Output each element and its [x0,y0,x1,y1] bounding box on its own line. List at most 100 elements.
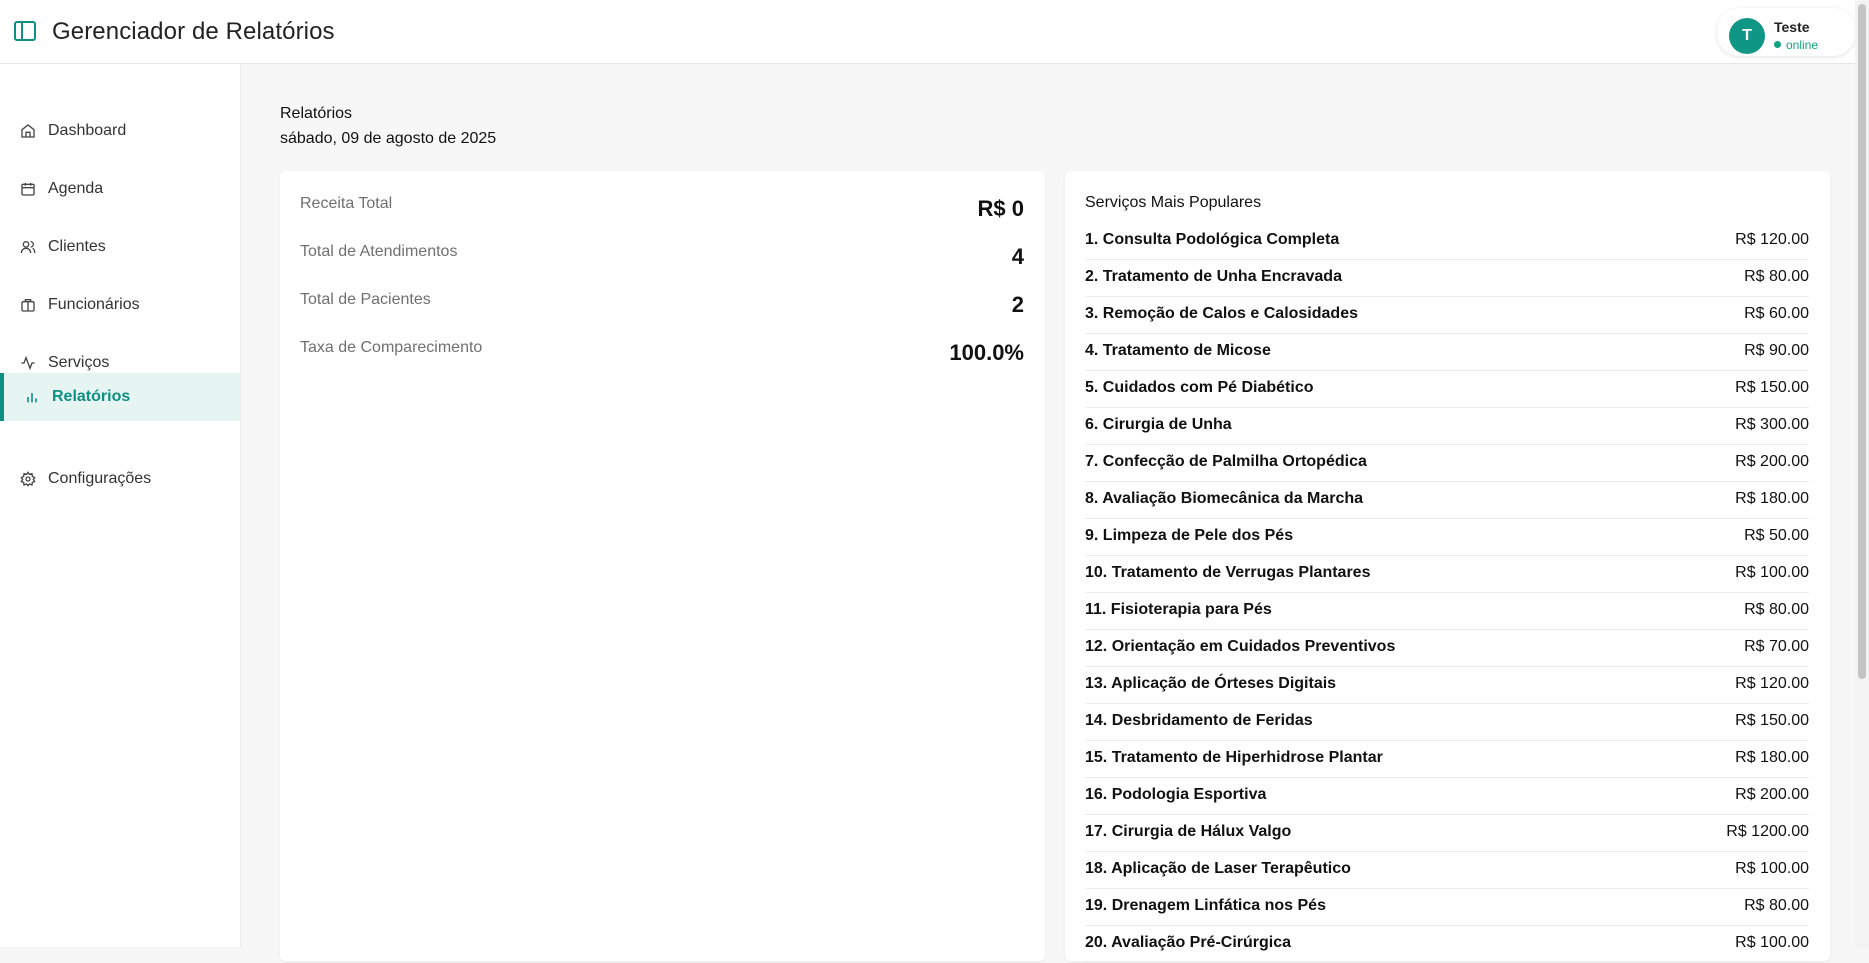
service-price: R$ 80.00 [1744,268,1809,285]
service-price: R$ 120.00 [1735,675,1809,692]
sidebar-item-label: Clientes [48,238,106,255]
list-item: 19. Drenagem Linfática nos Pés R$ 80.00 [1085,889,1809,926]
service-name: 6. Cirurgia de Unha [1085,416,1232,433]
stat-value: 2 [1011,292,1024,317]
list-item: 16. Podologia Esportiva R$ 200.00 [1085,778,1809,815]
users-icon [20,241,36,254]
list-item: 4. Tratamento de Micose R$ 90.00 [1085,334,1809,371]
list-item: 17. Cirurgia de Hálux Valgo R$ 1200.00 [1085,815,1809,852]
sidebar-item-label: Dashboard [48,122,127,139]
service-name: 4. Tratamento de Micose [1085,342,1271,359]
service-name: 13. Aplicação de Órteses Digitais [1085,675,1337,692]
sidebar-item-dashboard[interactable]: Dashboard [0,107,240,155]
sidebar-item-funcionarios[interactable]: Funcionários [0,281,240,329]
app-header: Gerenciador de Relatórios T Teste online [0,0,1869,64]
page-title: Relatórios [280,105,353,122]
list-item: 10. Tratamento de Verrugas Plantares R$ 1… [1085,556,1809,593]
list-item: 12. Orientação em Cuidados Preventivos R$… [1085,630,1809,667]
list-item: 3. Remoção de Calos e Calosidades R$ 60.0… [1085,297,1809,334]
sidebar-item-agenda[interactable]: Agenda [0,165,240,213]
stat-label: Total de Atendimentos [300,243,458,260]
list-item: 15. Tratamento de Hiperhidrose Plantar R$… [1085,741,1809,778]
list-item: 6. Cirurgia de Unha R$ 300.00 [1085,408,1809,445]
service-name: 8. Avaliação Biomecânica da Marcha [1085,490,1364,507]
service-name: 2. Tratamento de Unha Encravada [1085,268,1342,285]
stats-card: Receita Total R$ 0 Total de Atendimentos… [280,171,1045,961]
list-item: 2. Tratamento de Unha Encravada R$ 80.00 [1085,260,1809,297]
list-item: 8. Avaliação Biomecânica da Marcha R$ 180… [1085,482,1809,519]
app-title: Gerenciador de Relatórios [52,18,335,45]
service-name: 20. Avaliação Pré-Cirúrgica [1085,934,1292,951]
user-status-label: online [1786,38,1819,52]
sidebar-toggle-icon[interactable] [14,21,36,41]
stat-label: Taxa de Comparecimento [300,339,483,356]
service-price: R$ 180.00 [1735,749,1809,766]
service-name: 15. Tratamento de Hiperhidrose Plantar [1085,749,1383,766]
stat-taxa-comparecimento: Taxa de Comparecimento 100.0% [300,337,1024,367]
service-price: R$ 120.00 [1735,231,1809,248]
activity-icon [21,355,35,371]
service-name: 17. Cirurgia de Hálux Valgo [1085,823,1292,840]
service-price: R$ 150.00 [1735,712,1809,729]
avatar: T [1729,18,1765,54]
service-price: R$ 200.00 [1735,453,1809,470]
sidebar-item-clientes[interactable]: Clientes [0,223,240,271]
stat-label: Receita Total [300,195,393,212]
service-name: 3. Remoção de Calos e Calosidades [1085,305,1358,322]
list-item: 11. Fisioterapia para Pés R$ 80.00 [1085,593,1809,630]
service-name: 9. Limpeza de Pele dos Pés [1085,527,1294,544]
list-item: 18. Aplicação de Laser Terapêutico R$ 100… [1085,852,1809,889]
service-name: 7. Confecção de Palmilha Ortopédica [1085,453,1367,470]
online-dot-icon [1774,41,1781,48]
user-name: Teste [1774,19,1810,35]
bar-chart-icon [27,393,37,403]
stat-total-pacientes: Total de Pacientes 2 [300,289,1024,319]
list-item: 20. Avaliação Pré-Cirúrgica R$ 100.00 [1085,926,1809,963]
service-name: 12. Orientação em Cuidados Preventivos [1085,638,1396,655]
service-name: 18. Aplicação de Laser Terapêutico [1085,860,1351,877]
stat-label: Total de Pacientes [300,291,431,308]
sidebar-item-label: Agenda [48,180,104,197]
page-header: Relatórios sábado, 09 de agosto de 2025 [280,105,496,148]
briefcase-icon [21,299,35,312]
sidebar: Dashboard Agenda Clientes Funcionários S… [0,64,241,947]
service-name: 14. Desbridamento de Feridas [1085,712,1313,729]
service-price: R$ 70.00 [1744,638,1809,655]
service-price: R$ 200.00 [1735,786,1809,803]
service-price: R$ 1200.00 [1726,823,1809,840]
service-name: 11. Fisioterapia para Pés [1085,601,1272,618]
popular-services-card: Serviços Mais Populares 1. Consulta Podo… [1065,171,1830,963]
service-price: R$ 100.00 [1735,564,1809,581]
user-status: online [1774,38,1818,52]
sidebar-item-label: Relatórios [52,388,131,405]
service-name: 1. Consulta Podológica Completa [1085,231,1340,248]
service-name: 5. Cuidados com Pé Diabético [1085,379,1314,396]
sidebar-item-relatorios[interactable]: Relatórios [0,373,240,421]
sidebar-item-label: Serviços [48,354,110,371]
stat-value: 4 [1011,244,1024,269]
stat-total-atendimentos: Total de Atendimentos 4 [300,241,1024,271]
sidebar-item-configuracoes[interactable]: Configurações [0,455,240,503]
scrollbar-thumb[interactable] [1858,4,1866,679]
stat-value: 100.0% [949,340,1024,365]
list-item: 1. Consulta Podológica Completa R$ 120.00 [1085,223,1809,260]
popular-services-title: Serviços Mais Populares [1085,194,1262,211]
user-menu[interactable]: T Teste online [1717,8,1855,56]
list-item: 14. Desbridamento de Feridas R$ 150.00 [1085,704,1809,741]
service-price: R$ 50.00 [1744,527,1809,544]
page-date: sábado, 09 de agosto de 2025 [280,130,497,147]
service-price: R$ 80.00 [1744,897,1809,914]
home-icon [21,124,35,138]
service-price: R$ 80.00 [1744,601,1809,618]
sidebar-item-label: Funcionários [48,296,140,313]
service-price: R$ 180.00 [1735,490,1809,507]
stat-value: R$ 0 [977,196,1024,221]
page-scrollbar[interactable] [1855,0,1869,947]
list-item: 5. Cuidados com Pé Diabético R$ 150.00 [1085,371,1809,408]
service-price: R$ 300.00 [1735,416,1809,433]
list-item: 13. Aplicação de Órteses Digitais R$ 120.… [1085,667,1809,704]
stat-receita-total: Receita Total R$ 0 [300,193,1024,223]
calendar-icon [21,183,35,196]
sidebar-item-label: Configurações [48,470,152,487]
service-name: 19. Drenagem Linfática nos Pés [1085,897,1326,914]
